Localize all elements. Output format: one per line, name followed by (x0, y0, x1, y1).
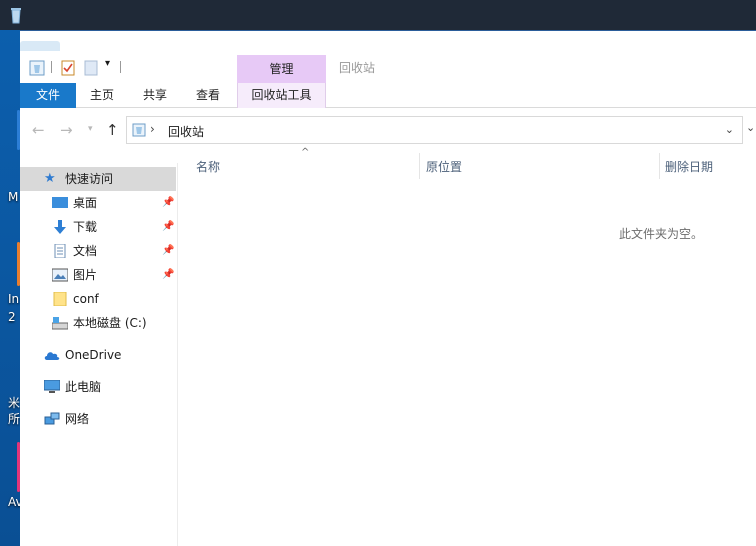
address-dropdown-icon[interactable]: ⌄ (725, 123, 734, 136)
column-header-original-location[interactable]: 原位置 (426, 155, 656, 183)
sidebar-item-this-pc[interactable]: 此电脑 (20, 375, 176, 399)
sidebar-item-label: conf (73, 292, 99, 306)
sidebar-item-downloads[interactable]: 下载 📌 (20, 215, 176, 239)
desktop-area: M In 2 米 所 Av (0, 30, 23, 546)
sidebar-item-onedrive[interactable]: OneDrive (20, 343, 176, 367)
desktop-label: 米 (8, 396, 21, 410)
desktop-top-bar (0, 0, 756, 30)
folder-icon (53, 292, 67, 306)
recycle-bin-icon (29, 60, 45, 76)
file-list: ^ 名称 原位置 删除日期 此文件夹为空。 (178, 145, 756, 546)
sidebar-item-label: 桌面 (73, 196, 98, 210)
recycle-bin-icon (132, 123, 146, 137)
drive-icon (52, 317, 68, 330)
new-folder-icon[interactable] (84, 60, 98, 76)
sidebar-item-label: 下载 (73, 220, 98, 234)
sidebar-item-label: 本地磁盘 (C:) (73, 316, 147, 330)
tab-recycle-bin-tools[interactable]: 回收站工具 (237, 83, 326, 108)
sidebar-item-pictures[interactable]: 图片 📌 (20, 263, 176, 287)
sidebar-item-conf[interactable]: conf (20, 287, 176, 311)
separator (51, 61, 52, 73)
star-icon: ★ (44, 171, 56, 186)
sidebar-item-local-disk[interactable]: 本地磁盘 (C:) (20, 311, 176, 335)
column-header-name[interactable]: 名称 (196, 155, 416, 183)
refresh-dropdown-icon[interactable]: ⌄ (746, 121, 755, 134)
navigation-pane: ★ 快速访问 桌面 📌 下载 📌 文档 📌 图片 📌 conf 本地磁盘 (C:… (20, 163, 178, 546)
sidebar-item-desktop[interactable]: 桌面 📌 (20, 191, 176, 215)
pin-icon: 📌 (162, 269, 175, 280)
recent-locations-icon[interactable]: ▾ (88, 124, 93, 134)
column-separator[interactable] (419, 153, 420, 179)
pin-icon: 📌 (162, 245, 175, 256)
sidebar-item-label: 文档 (73, 244, 98, 258)
sidebar-item-network[interactable]: 网络 (20, 407, 176, 431)
properties-icon[interactable] (61, 60, 75, 76)
empty-folder-message: 此文件夹为空。 (619, 227, 704, 241)
breadcrumb-chevron-icon[interactable]: › (150, 122, 155, 136)
desktop-label: In (8, 292, 20, 306)
pin-icon: 📌 (162, 221, 175, 232)
computer-icon (44, 380, 60, 393)
sidebar-item-label: 图片 (73, 268, 98, 282)
desktop-label: M (8, 190, 19, 204)
desktop-icon (52, 197, 68, 208)
pictures-icon (52, 268, 68, 282)
sidebar-item-label: 此电脑 (65, 380, 102, 394)
title-bar: ▾ 管理 回收站 (20, 51, 756, 83)
column-header-date-deleted[interactable]: 删除日期 (665, 155, 755, 183)
tab-view[interactable]: 查看 (188, 83, 228, 108)
sidebar-item-label: 网络 (65, 412, 90, 426)
back-button[interactable]: ← (32, 121, 45, 139)
address-row: ← → ▾ ↑ › 回收站 ⌄ ⌄ (20, 115, 756, 145)
up-button[interactable]: ↑ (106, 121, 119, 139)
document-icon (54, 244, 66, 258)
address-bar[interactable]: › 回收站 ⌄ (126, 116, 743, 144)
sidebar-item-label: OneDrive (65, 348, 122, 362)
tab-file[interactable]: 文件 (20, 83, 76, 108)
customize-toolbar-icon[interactable]: ▾ (105, 58, 110, 74)
download-icon (54, 220, 66, 234)
cloud-icon (44, 352, 60, 360)
ribbon-tabs: 文件 主页 共享 查看 回收站工具 (20, 83, 756, 108)
sidebar-item-documents[interactable]: 文档 📌 (20, 239, 176, 263)
desktop-label: 2 (8, 310, 16, 324)
forward-button[interactable]: → (60, 121, 73, 139)
window-title: 回收站 (339, 61, 376, 75)
column-separator[interactable] (659, 153, 660, 179)
breadcrumb[interactable]: 回收站 (168, 123, 204, 140)
tab-manage[interactable]: 管理 (237, 55, 326, 83)
sidebar-item-label: 快速访问 (65, 172, 114, 186)
desktop-label: 所 (8, 412, 21, 426)
tab-home[interactable]: 主页 (82, 83, 122, 108)
pin-icon: 📌 (162, 197, 175, 208)
network-icon (44, 412, 60, 425)
sidebar-item-quick-access[interactable]: ★ 快速访问 (20, 167, 176, 191)
recycle-bin-icon (11, 8, 21, 24)
explorer-window: ▾ 管理 回收站 文件 主页 共享 查看 回收站工具 ← → ▾ ↑ › 回收站… (20, 30, 756, 546)
tab-share[interactable]: 共享 (135, 83, 175, 108)
separator (120, 61, 121, 73)
